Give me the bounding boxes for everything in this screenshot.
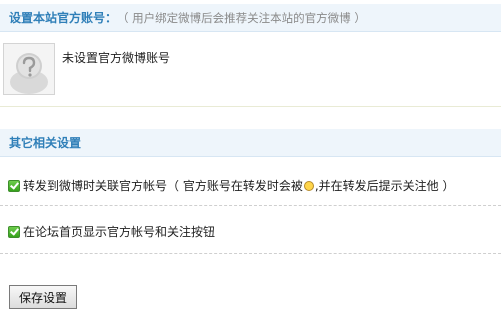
checkbox-checked-icon[interactable] — [8, 225, 20, 238]
option-label: 转发到微博时关联官方帐号（ 官方账号在转发时会被 — [23, 179, 303, 193]
other-settings-header: 其它相关设置 — [0, 129, 501, 157]
option-label-suffix: ,并在转发后提示关注他 ） — [314, 179, 455, 193]
other-settings-title: 其它相关设置 — [9, 136, 82, 150]
option-divider — [0, 205, 501, 206]
option-show-on-forum-home[interactable]: 在论坛首页显示官方帐号和关注按钮 — [8, 223, 215, 240]
section-divider — [0, 106, 501, 107]
checkbox-checked-icon[interactable] — [8, 179, 20, 192]
option-link-official-account[interactable]: 转发到微博时关联官方帐号（ 官方账号在转发时会被 ,并在转发后提示关注他 ） — [8, 177, 454, 194]
save-button[interactable]: 保存设置 — [9, 285, 77, 309]
at-emoticon-icon — [303, 180, 314, 191]
option-label: 在论坛首页显示官方帐号和关注按钮 — [23, 225, 216, 239]
official-account-note: （ 用户绑定微博后会推荐关注本站的官方微博 ） — [117, 10, 366, 25]
official-account-header: 设置本站官方账号： （ 用户绑定微博后会推荐关注本站的官方微博 ） — [0, 4, 501, 32]
official-account-title: 设置本站官方账号： — [9, 11, 118, 25]
question-avatar-icon — [3, 43, 55, 95]
account-status-text: 未设置官方微博账号 — [62, 51, 171, 65]
option-divider — [0, 253, 501, 254]
